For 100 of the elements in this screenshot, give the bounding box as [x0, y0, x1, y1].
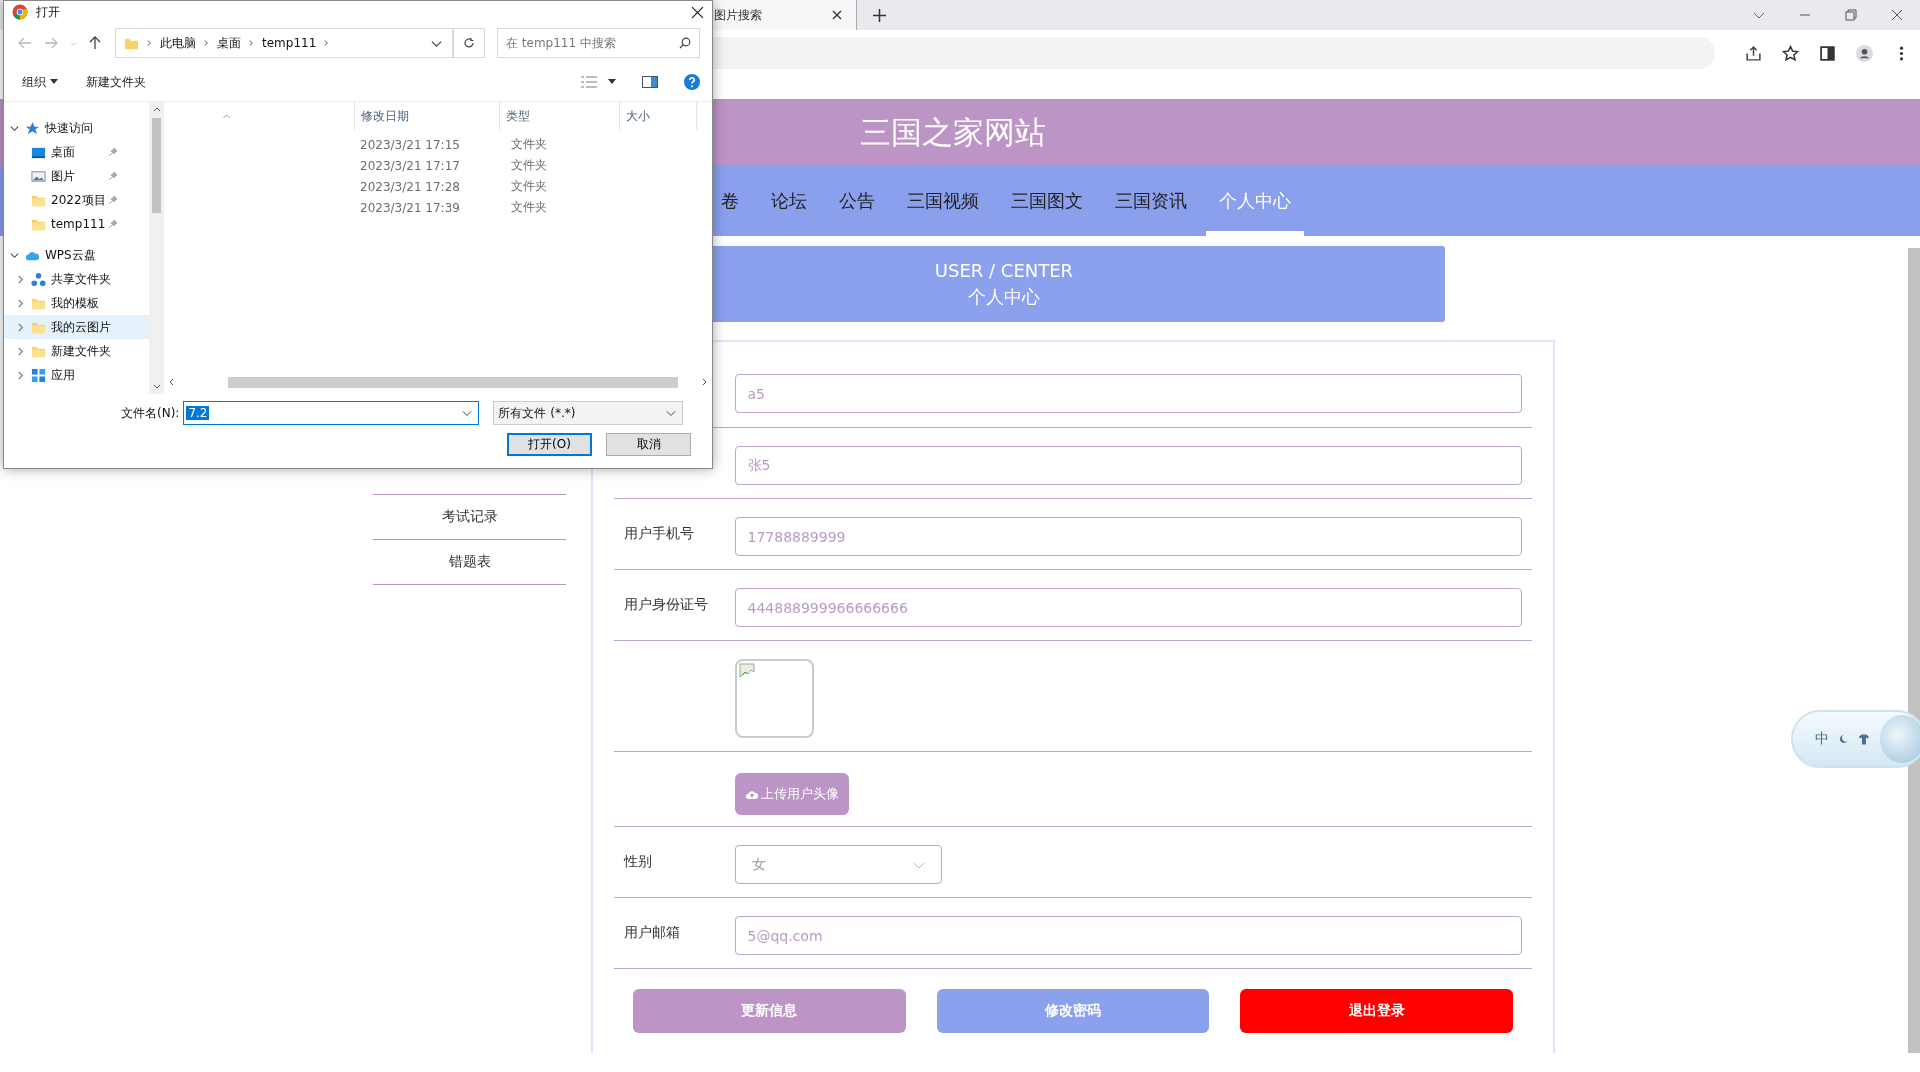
- chevron-right-icon: [16, 298, 25, 308]
- close-icon[interactable]: [691, 5, 704, 19]
- dialog-button[interactable]: 取消: [606, 433, 691, 456]
- browser-tab[interactable]: 图片搜索: [712, 0, 857, 30]
- chevron-right-icon[interactable]: [249, 39, 254, 47]
- chevron-right-icon[interactable]: [324, 39, 330, 47]
- profile-icon[interactable]: [1856, 44, 1873, 62]
- scroll-left-icon[interactable]: [168, 378, 174, 386]
- side-menu-item[interactable]: 错题表: [373, 540, 566, 585]
- star-icon[interactable]: [1782, 44, 1799, 62]
- chevron-right-icon[interactable]: [204, 39, 209, 47]
- date-cell-text: 2023/3/21 17:28: [359, 179, 461, 194]
- chevron-down-icon: [10, 123, 19, 133]
- tree-item[interactable]: 共享文件夹: [4, 267, 149, 291]
- tree-item[interactable]: temp111: [4, 212, 149, 236]
- scroll-thumb[interactable]: [228, 376, 678, 388]
- organize-menu[interactable]: 组织: [22, 73, 46, 91]
- chevron-right-icon: [16, 370, 25, 380]
- star-icon: [25, 120, 40, 136]
- nav-item[interactable]: 三国视频: [894, 166, 992, 236]
- share-icon: [31, 271, 46, 287]
- tree-item[interactable]: 2022项目: [4, 188, 149, 212]
- field-label: 用户邮箱: [624, 924, 680, 940]
- type-cell-text: 文件夹: [510, 178, 547, 195]
- nav-item[interactable]: 论坛: [758, 166, 820, 236]
- moon-icon: [1839, 734, 1849, 744]
- tree-item[interactable]: 我的云图片: [4, 315, 149, 339]
- cloud-upload-icon: [745, 788, 759, 800]
- nav-item[interactable]: 公告: [826, 166, 888, 236]
- sort-caret-icon: [222, 113, 231, 119]
- filename-label: 文件名(N):: [121, 404, 180, 422]
- shirt-icon: [1858, 733, 1871, 745]
- tree-item[interactable]: 快速访问: [4, 116, 149, 140]
- scroll-right-icon[interactable]: [702, 378, 708, 386]
- scrollbar[interactable]: [149, 102, 164, 394]
- date-cell-text: 2023/3/21 17:15: [359, 137, 461, 152]
- tree-item[interactable]: 桌面: [4, 140, 149, 164]
- image-icon: [31, 168, 46, 184]
- scroll-up-icon[interactable]: [152, 106, 161, 112]
- caret-icon[interactable]: [50, 79, 58, 85]
- side-menu-item[interactable]: 考试记录: [373, 495, 566, 540]
- restore-icon[interactable]: [1845, 9, 1857, 21]
- column-header[interactable]: 修改日期: [354, 102, 499, 130]
- dialog-button[interactable]: 打开(O): [507, 433, 592, 456]
- column-header[interactable]: 大小: [619, 102, 697, 130]
- apps-icon: [31, 367, 46, 383]
- decoration-icon: [1880, 715, 1920, 763]
- date-cell-text: 2023/3/21 17:39: [359, 200, 461, 215]
- type-cell-text: 文件夹: [510, 136, 547, 153]
- up-icon[interactable]: [89, 36, 101, 50]
- chevron-right-icon: [16, 274, 25, 284]
- broken-image-icon: [739, 663, 755, 679]
- tree-item[interactable]: 我的模板: [4, 291, 149, 315]
- plus-icon[interactable]: [873, 8, 886, 22]
- share-icon[interactable]: [1745, 44, 1762, 62]
- type-cell-text: 文件夹: [510, 199, 547, 216]
- close-icon[interactable]: [832, 10, 842, 20]
- browser-logo-icon: [12, 4, 28, 20]
- preview-pane-icon[interactable]: [642, 76, 658, 88]
- chevron-down-icon: [666, 408, 677, 418]
- ime-widget[interactable]: 中: [1791, 710, 1920, 768]
- caret-icon[interactable]: [608, 79, 616, 85]
- file-type-select[interactable]: 所有文件 (*.*): [493, 401, 684, 425]
- tab-title: 图片搜索: [714, 6, 762, 24]
- field-label: 用户手机号: [624, 525, 694, 541]
- address-field[interactable]: 此电脑 桌面 temp111: [115, 28, 453, 58]
- search-field[interactable]: 在 temp111 中搜索: [497, 28, 700, 58]
- nav-item[interactable]: 三国图文: [998, 166, 1096, 236]
- site-title: 三国之家网站: [860, 112, 1046, 152]
- breadcrumb-item[interactable]: temp111: [262, 36, 317, 50]
- field-label: 性别: [624, 853, 652, 869]
- new-folder-button[interactable]: 新建文件夹: [86, 73, 146, 91]
- scrollbar[interactable]: [1908, 248, 1920, 1053]
- chevron-down-icon: [462, 408, 473, 418]
- scroll-thumb[interactable]: [152, 118, 161, 213]
- type-cell-text: 文件夹: [510, 157, 547, 174]
- banner-title: 个人中心: [968, 284, 1040, 309]
- refresh-icon: [463, 37, 475, 49]
- help-icon[interactable]: [684, 74, 700, 90]
- nav-item[interactable]: 三国资讯: [1102, 166, 1200, 236]
- date-cell-text: 2023/3/21 17:17: [359, 158, 461, 173]
- tree-item[interactable]: WPS云盘: [4, 243, 149, 267]
- column-header[interactable]: 类型: [499, 102, 619, 130]
- tree-item[interactable]: 应用: [4, 363, 149, 387]
- close-icon[interactable]: [1891, 9, 1903, 21]
- chevron-right-icon: [16, 346, 25, 356]
- breadcrumb-item[interactable]: 桌面: [217, 34, 241, 52]
- chevron-right-icon[interactable]: [147, 39, 152, 47]
- dialog-title: 打开: [36, 3, 60, 21]
- filename-field[interactable]: 7.2: [183, 401, 480, 425]
- filename-value: 7.2: [186, 406, 210, 420]
- sidebar-icon[interactable]: [1819, 44, 1836, 62]
- breadcrumb-item[interactable]: 此电脑: [160, 34, 196, 52]
- field-label: 用户身份证号: [624, 596, 708, 612]
- scroll-down-icon[interactable]: [152, 384, 161, 390]
- tree-item[interactable]: 图片: [4, 164, 149, 188]
- action-button[interactable]: 退出登录: [1240, 989, 1513, 1033]
- tree-item[interactable]: 新建文件夹: [4, 339, 149, 363]
- refresh-button[interactable]: [453, 28, 485, 58]
- banner-subtitle: USER / CENTER: [934, 259, 1074, 281]
